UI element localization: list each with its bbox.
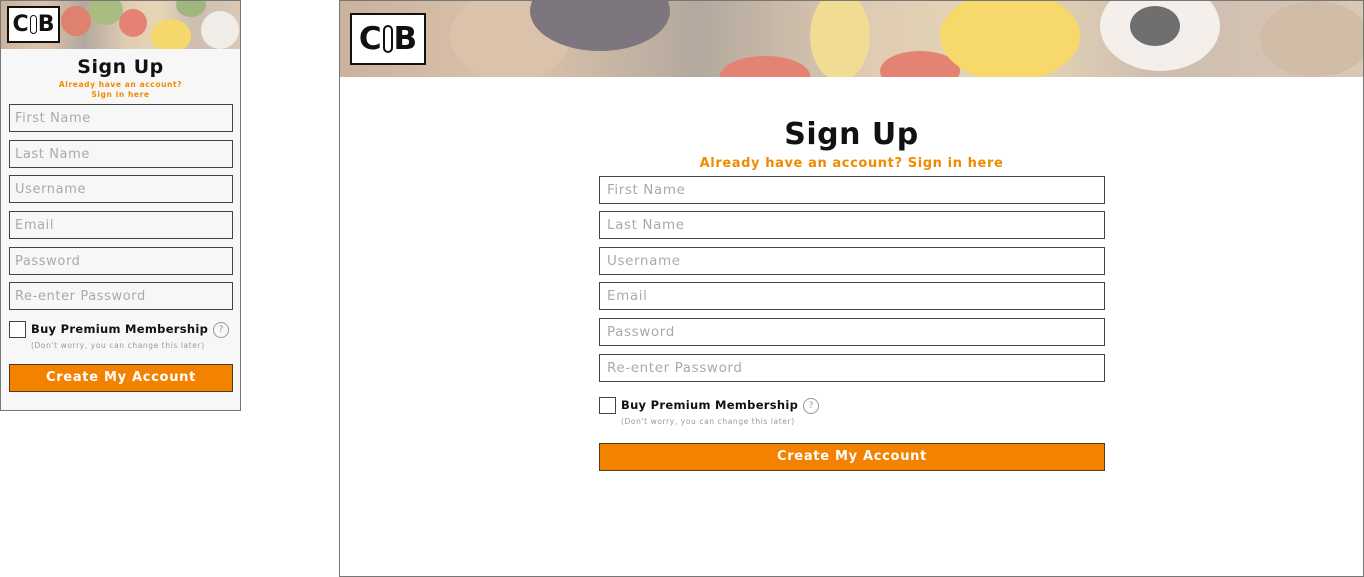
- page-title: Sign Up: [77, 56, 164, 78]
- password-input[interactable]: [599, 318, 1105, 346]
- cb-logo[interactable]: CB: [7, 6, 60, 43]
- chain-link-icon: [29, 14, 37, 35]
- signin-link[interactable]: Already have an account? Sign in here: [1, 80, 240, 100]
- username-input[interactable]: [9, 175, 233, 203]
- premium-checkbox[interactable]: [599, 397, 616, 414]
- last-name-input[interactable]: [599, 211, 1105, 239]
- first-name-input[interactable]: [9, 104, 233, 132]
- premium-hint: (Don't worry, you can change this later): [621, 417, 795, 426]
- page-title: Sign Up: [784, 117, 919, 152]
- first-name-input[interactable]: [599, 176, 1105, 204]
- email-input[interactable]: [9, 211, 233, 239]
- help-icon[interactable]: ?: [803, 398, 819, 414]
- premium-label: Buy Premium Membership: [31, 322, 209, 336]
- password-input[interactable]: [9, 247, 233, 275]
- desktop-signup-screen: CB Sign Up Already have an account? Sign…: [339, 0, 1364, 577]
- email-input[interactable]: [599, 282, 1105, 310]
- premium-hint: (Don't worry, you can change this later): [31, 341, 205, 350]
- chain-link-icon: [382, 25, 393, 53]
- help-icon[interactable]: ?: [213, 322, 229, 338]
- premium-checkbox[interactable]: [9, 321, 26, 338]
- cb-logo[interactable]: CB: [350, 13, 426, 65]
- premium-label: Buy Premium Membership: [621, 398, 799, 412]
- signin-link[interactable]: Already have an account? Sign in here: [340, 156, 1363, 171]
- reenter-password-input[interactable]: [599, 354, 1105, 382]
- create-account-button[interactable]: Create My Account: [599, 443, 1105, 471]
- reenter-password-input[interactable]: [9, 282, 233, 310]
- username-input[interactable]: [599, 247, 1105, 275]
- last-name-input[interactable]: [9, 140, 233, 168]
- create-account-button[interactable]: Create My Account: [9, 364, 233, 392]
- mobile-signup-screen: CB Sign Up Already have an account? Sign…: [0, 0, 241, 411]
- banner-image: [340, 1, 1363, 77]
